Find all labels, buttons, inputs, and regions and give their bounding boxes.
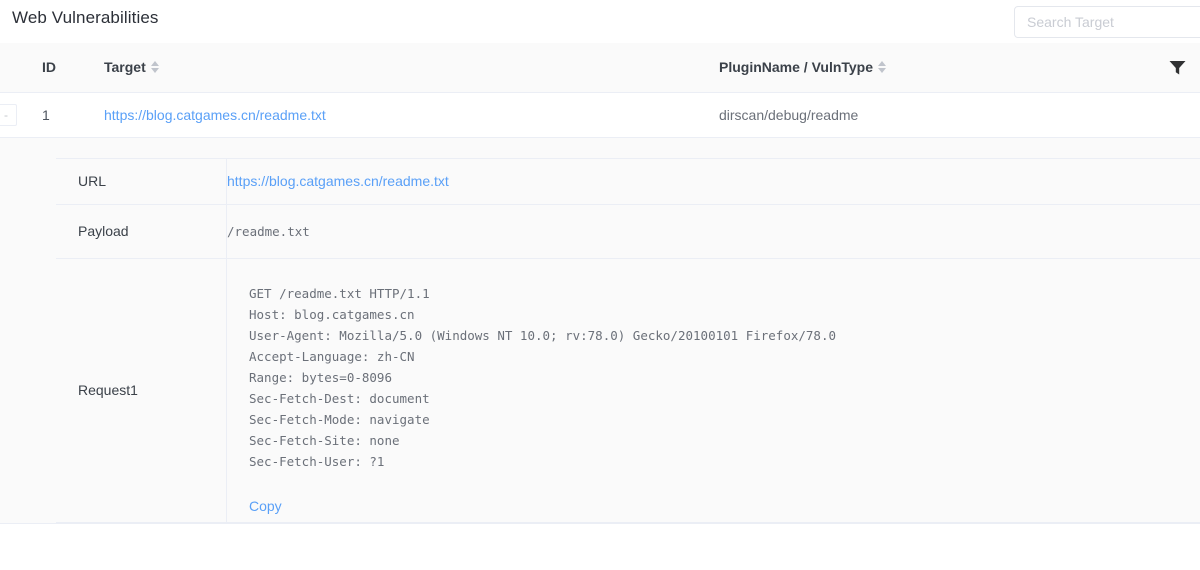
row-filter-cell [1139, 92, 1200, 137]
page-header: Web Vulnerabilities [0, 0, 1200, 43]
detail-value-request: GET /readme.txt HTTP/1.1 Host: blog.catg… [227, 258, 1200, 522]
page-title: Web Vulnerabilities [12, 8, 158, 28]
sort-caret-icon[interactable] [151, 61, 159, 73]
column-label-target: Target [104, 59, 146, 75]
detail-row-payload: Payload /readme.txt [56, 204, 1200, 258]
expanded-detail-cell: URL https://blog.catgames.cn/readme.txt … [0, 137, 1200, 523]
web-vulnerabilities-page: Web Vulnerabilities ID Target [0, 0, 1200, 570]
expanded-detail-row: URL https://blog.catgames.cn/readme.txt … [0, 137, 1200, 523]
column-label-id: ID [42, 59, 56, 75]
payload-text: /readme.txt [227, 224, 310, 239]
detail-panel: URL https://blog.catgames.cn/readme.txt … [0, 138, 1200, 523]
detail-url-link[interactable]: https://blog.catgames.cn/readme.txt [227, 173, 449, 189]
column-header-id: ID [42, 43, 104, 92]
detail-row-request: Request1 GET /readme.txt HTTP/1.1 Host: … [56, 258, 1200, 522]
vulnerabilities-table: ID Target PluginName / VulnType [0, 43, 1200, 524]
detail-value-payload: /readme.txt [227, 204, 1200, 258]
detail-label-request: Request1 [56, 258, 227, 522]
vuln-type-text: dirscan/debug/readme [719, 107, 858, 123]
detail-label-url: URL [56, 158, 227, 204]
search-target-container [1014, 6, 1200, 38]
caret-up-icon [878, 61, 886, 66]
row-id-cell: 1 [42, 92, 104, 137]
column-label-plugin: PluginName / VulnType [719, 59, 873, 75]
row-target-cell: https://blog.catgames.cn/readme.txt [104, 92, 719, 137]
sort-caret-icon[interactable] [878, 61, 886, 73]
row-plugin-cell: dirscan/debug/readme [719, 92, 1139, 137]
table-row[interactable]: - 1 https://blog.catgames.cn/readme.txt … [0, 92, 1200, 137]
target-url-link[interactable]: https://blog.catgames.cn/readme.txt [104, 107, 326, 123]
table-header: ID Target PluginName / VulnType [0, 43, 1200, 92]
column-header-filter[interactable] [1139, 43, 1200, 92]
detail-value-url: https://blog.catgames.cn/readme.txt [227, 158, 1200, 204]
expand-collapse-button[interactable]: - [0, 104, 17, 126]
caret-down-icon [878, 68, 886, 73]
row-expand-cell: - [0, 92, 42, 137]
table-header-row: ID Target PluginName / VulnType [0, 43, 1200, 92]
table-body: - 1 https://blog.catgames.cn/readme.txt … [0, 92, 1200, 523]
search-input[interactable] [1014, 6, 1200, 38]
detail-label-payload: Payload [56, 204, 227, 258]
copy-button[interactable]: Copy [249, 498, 282, 514]
detail-row-url: URL https://blog.catgames.cn/readme.txt [56, 158, 1200, 204]
request-raw-text: GET /readme.txt HTTP/1.1 Host: blog.catg… [249, 283, 1200, 472]
caret-down-icon [151, 68, 159, 73]
column-header-target[interactable]: Target [104, 43, 719, 92]
column-header-plugin[interactable]: PluginName / VulnType [719, 43, 1139, 92]
request-body: GET /readme.txt HTTP/1.1 Host: blog.catg… [227, 265, 1200, 516]
detail-table: URL https://blog.catgames.cn/readme.txt … [56, 158, 1200, 523]
column-header-expand [0, 43, 42, 92]
caret-up-icon [151, 61, 159, 66]
filter-icon[interactable] [1169, 60, 1186, 75]
